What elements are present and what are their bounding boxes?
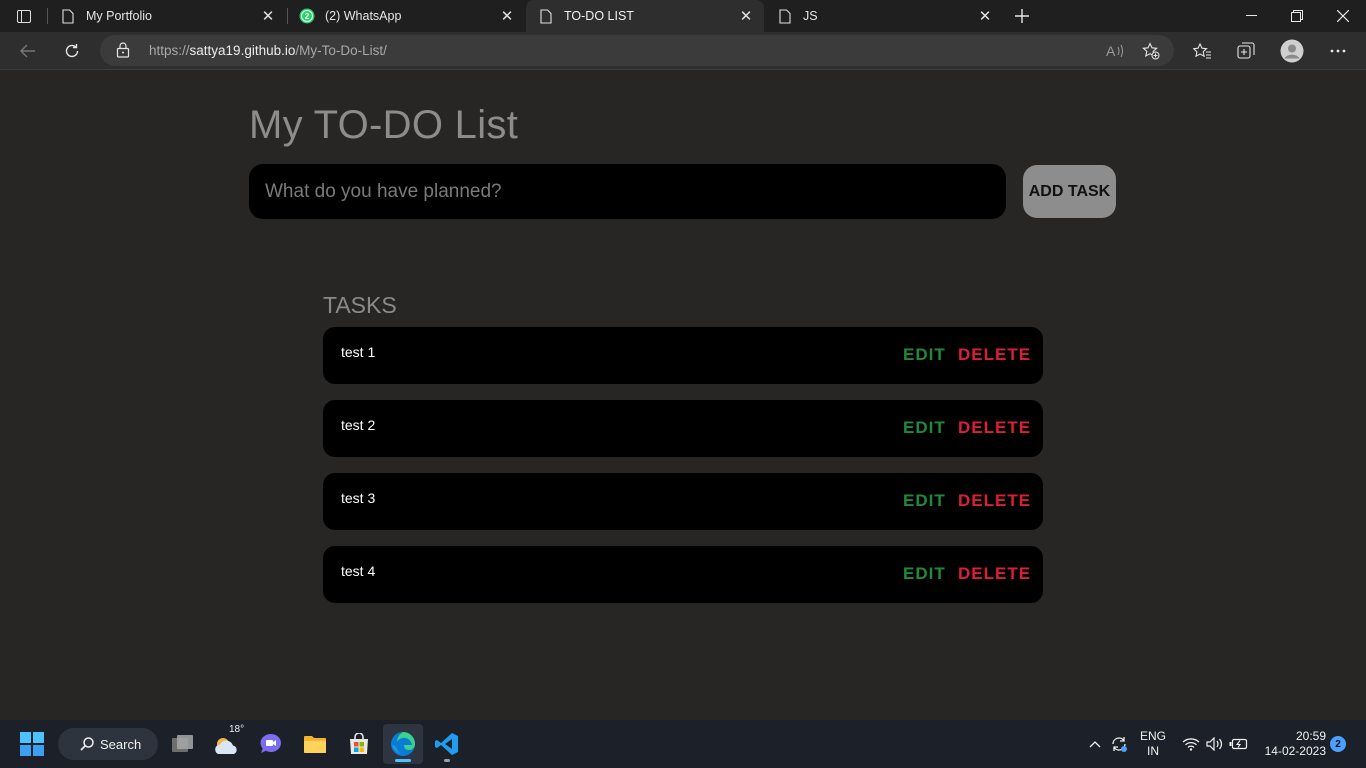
clock-time: 20:59: [1295, 729, 1326, 743]
notification-badge[interactable]: 2: [1330, 736, 1346, 752]
page-icon: [777, 8, 793, 24]
profile-icon[interactable]: [1276, 35, 1308, 67]
browser-tab-strip: My Portfolio ✕ 2 (2) WhatsApp ✕ TO-DO LI…: [0, 0, 1366, 32]
task-input[interactable]: [249, 164, 1006, 219]
file-explorer-icon[interactable]: [295, 724, 335, 764]
minimize-icon[interactable]: [1228, 0, 1274, 32]
tab-my-portfolio[interactable]: My Portfolio ✕: [48, 0, 286, 32]
delete-button[interactable]: DELETE: [958, 418, 1031, 438]
url-path: /My-To-Do-List/: [295, 43, 387, 58]
language-indicator[interactable]: ENG IN: [1139, 729, 1167, 759]
url-text[interactable]: https://sattya19.github.io/My-To-Do-List…: [149, 43, 387, 58]
edge-icon[interactable]: [383, 724, 423, 764]
tab-actions-icon[interactable]: [8, 4, 40, 28]
wifi-icon[interactable]: [1180, 732, 1202, 756]
start-icon[interactable]: [12, 724, 52, 764]
task-text[interactable]: test 4: [341, 563, 375, 579]
weather-icon[interactable]: 18°: [207, 724, 247, 764]
system-clock[interactable]: 20:59 14-02-2023: [1258, 729, 1326, 759]
restore-icon[interactable]: [1274, 0, 1320, 32]
edit-button[interactable]: EDIT: [903, 345, 946, 365]
clock-date: 14-02-2023: [1264, 744, 1326, 758]
show-hidden-icons-icon[interactable]: [1084, 732, 1106, 756]
task-item: test 1 EDIT DELETE: [323, 327, 1043, 384]
page-title: My TO-DO List: [249, 103, 519, 147]
new-tab-icon[interactable]: [1010, 4, 1034, 28]
language-line2: IN: [1147, 744, 1159, 758]
close-window-icon[interactable]: [1320, 0, 1366, 32]
todo-app: My TO-DO List ADD TASK TASKS test 1 EDIT…: [0, 71, 1366, 720]
add-favorite-icon[interactable]: [1138, 38, 1164, 64]
search-icon: [80, 737, 94, 751]
edit-button[interactable]: EDIT: [903, 491, 946, 511]
tab-title: TO-DO LIST: [564, 9, 634, 23]
battery-icon[interactable]: [1228, 732, 1250, 756]
vscode-icon[interactable]: [427, 724, 467, 764]
url-scheme: https://: [149, 43, 190, 58]
task-text[interactable]: test 3: [341, 490, 375, 506]
tab-title: JS: [803, 9, 818, 23]
chat-icon[interactable]: [251, 724, 291, 764]
collections-icon[interactable]: [1230, 35, 1262, 67]
tab-js[interactable]: JS ✕: [765, 0, 1003, 32]
back-icon[interactable]: [12, 35, 44, 67]
url-host: sattya19.github.io: [189, 43, 296, 58]
taskbar-search[interactable]: Search: [58, 728, 158, 760]
svg-text:2: 2: [305, 12, 310, 21]
read-aloud-icon[interactable]: A: [1102, 38, 1128, 64]
lock-icon[interactable]: [116, 42, 132, 58]
delete-button[interactable]: DELETE: [958, 564, 1031, 584]
search-label: Search: [100, 736, 142, 752]
page-icon: [60, 8, 76, 24]
tab-title: My Portfolio: [86, 9, 152, 23]
address-bar[interactable]: https://sattya19.github.io/My-To-Do-List…: [100, 35, 1174, 66]
task-item: test 2 EDIT DELETE: [323, 400, 1043, 457]
task-list: test 1 EDIT DELETE test 2 EDIT DELETE te…: [323, 327, 1043, 619]
tab-close-icon[interactable]: ✕: [977, 8, 993, 25]
tab-close-icon[interactable]: ✕: [260, 8, 276, 25]
active-indicator: [395, 759, 411, 762]
browser-toolbar: https://sattya19.github.io/My-To-Do-List…: [0, 32, 1366, 70]
tab-title: (2) WhatsApp: [325, 9, 402, 23]
favorites-icon[interactable]: [1186, 35, 1218, 67]
more-icon[interactable]: [1322, 35, 1354, 67]
tasks-heading: TASKS: [323, 292, 397, 318]
task-item: test 3 EDIT DELETE: [323, 473, 1043, 530]
delete-button[interactable]: DELETE: [958, 345, 1031, 365]
task-view-icon[interactable]: [163, 724, 203, 764]
language-line1: ENG: [1139, 729, 1166, 743]
tab-close-icon[interactable]: ✕: [499, 8, 515, 25]
tab-whatsapp[interactable]: 2 (2) WhatsApp ✕: [287, 0, 525, 32]
windows-taskbar: Search 18° ENG IN 20:59 14-02-2023 2: [0, 720, 1366, 768]
delete-button[interactable]: DELETE: [958, 491, 1031, 511]
weather-temp: 18°: [229, 724, 245, 735]
volume-icon[interactable]: [1204, 732, 1226, 756]
tab-close-icon[interactable]: ✕: [738, 8, 754, 25]
edit-button[interactable]: EDIT: [903, 418, 946, 438]
edit-button[interactable]: EDIT: [903, 564, 946, 584]
running-indicator: [444, 759, 450, 762]
refresh-icon[interactable]: [56, 35, 88, 67]
task-text[interactable]: test 1: [341, 344, 375, 360]
page-icon: [538, 8, 554, 24]
tab-todo-list[interactable]: TO-DO LIST ✕: [526, 0, 764, 32]
add-task-button[interactable]: ADD TASK: [1023, 165, 1116, 218]
svg-text:A: A: [1106, 43, 1116, 59]
whatsapp-icon: 2: [299, 8, 315, 24]
sync-icon[interactable]: [1108, 732, 1130, 756]
store-icon[interactable]: [339, 724, 379, 764]
task-item: test 4 EDIT DELETE: [323, 546, 1043, 603]
task-text[interactable]: test 2: [341, 417, 375, 433]
